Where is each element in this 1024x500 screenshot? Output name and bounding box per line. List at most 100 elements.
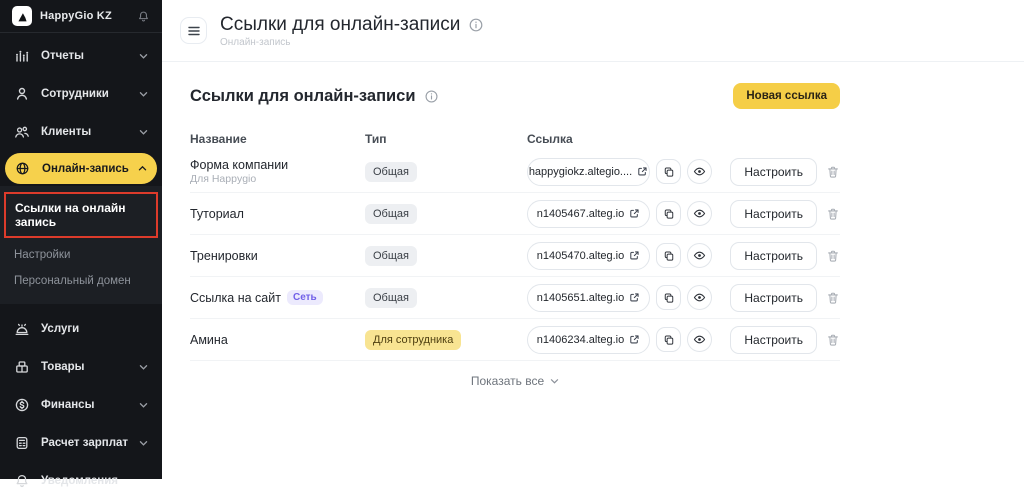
sidebar-item-staff[interactable]: Сотрудники [0,75,162,113]
chevron-down-icon [139,91,148,98]
sidebar-item-clients[interactable]: Клиенты [0,113,162,151]
chevron-down-icon [550,378,559,385]
submenu-item-settings[interactable]: Настройки [0,242,162,268]
person-icon [14,86,30,102]
column-header-type: Тип [365,132,527,146]
notifications-bell-icon[interactable] [137,10,150,23]
sidebar-nav-lower: Услуги Товары Финансы Расчет [0,304,162,500]
copy-link-button[interactable] [656,243,681,268]
type-badge: Общая [365,204,417,224]
show-all-button[interactable]: Показать все [190,374,840,388]
table-row: Амина Для сотрудника n1406234.alteg.io Н… [190,319,840,361]
chevron-down-icon [139,402,148,409]
external-link-icon [629,292,640,303]
table-row: Форма компании Для Happygio Общая happyg… [190,151,840,193]
booking-link-button[interactable]: n1405470.alteg.io [527,242,650,270]
title-block: Ссылки для онлайн-записи Онлайн-запись [220,14,484,48]
sidebar-item-services[interactable]: Услуги [0,310,162,348]
breadcrumb: Онлайн-запись [220,37,484,48]
section-header: Ссылки для онлайн-записи Новая ссылка [190,83,840,109]
brand-name: HappyGio KZ [40,10,137,22]
chevron-down-icon [139,440,148,447]
configure-button[interactable]: Настроить [730,326,817,354]
top-header: Ссылки для онлайн-записи Онлайн-запись [162,0,1024,62]
chart-icon [14,48,30,64]
sidebar-item-finance[interactable]: Финансы [0,386,162,424]
configure-button[interactable]: Настроить [730,200,817,228]
delete-trash-icon[interactable] [826,207,840,221]
sidebar-nav: Отчеты Сотрудники Клиенты Онлайн-запись [0,33,162,500]
type-badge: Общая [365,288,417,308]
link-name: Ссылка на сайт Сеть [190,290,365,305]
network-badge: Сеть [287,290,323,305]
bell-icon [14,473,30,489]
link-name: Тренировки [190,249,365,263]
page-title: Ссылки для онлайн-записи [220,14,460,36]
main-area: Ссылки для онлайн-записи Онлайн-запись С… [162,0,1024,479]
table-row: Тренировки Общая n1405470.alteg.io Настр… [190,235,840,277]
globe-icon [15,161,31,177]
configure-button[interactable]: Настроить [730,284,817,312]
sidebar-item-online-booking[interactable]: Онлайн-запись [5,153,157,184]
new-link-button[interactable]: Новая ссылка [733,83,840,109]
people-icon [14,124,30,140]
sidebar-item-payroll[interactable]: Расчет зарплат [0,424,162,462]
delete-trash-icon[interactable] [826,249,840,263]
booking-link-button[interactable]: n1405467.alteg.io [527,200,650,228]
external-link-icon [629,250,640,261]
preview-eye-button[interactable] [687,285,712,310]
configure-button[interactable]: Настроить [730,242,817,270]
content: Ссылки для онлайн-записи Новая ссылка На… [190,83,840,388]
preview-eye-button[interactable] [687,327,712,352]
preview-eye-button[interactable] [687,243,712,268]
delete-trash-icon[interactable] [826,333,840,347]
booking-link-button[interactable]: happygiokz.altegio.... [527,158,650,186]
link-name: Туториал [190,207,365,221]
submenu-item-booking-links[interactable]: Ссылки на онлайн запись [4,192,158,238]
preview-eye-button[interactable] [687,159,712,184]
submenu-item-personal-domain[interactable]: Персональный домен [0,268,162,294]
coin-icon [14,397,30,413]
external-link-icon [629,334,640,345]
section-title: Ссылки для онлайн-записи [190,87,416,106]
booking-link-button[interactable]: n1406234.alteg.io [527,326,650,354]
table-row: Ссылка на сайт Сеть Общая n1405651.alteg… [190,277,840,319]
chevron-up-icon [138,165,147,172]
info-icon[interactable] [468,17,484,33]
external-link-icon [629,208,640,219]
chevron-down-icon [139,53,148,60]
link-name: Амина [190,333,365,347]
copy-link-button[interactable] [656,285,681,310]
sidebar-item-reports[interactable]: Отчеты [0,37,162,75]
chevron-down-icon [139,364,148,371]
table-row: Туториал Общая n1405467.alteg.io Настрои… [190,193,840,235]
box-icon [14,359,30,375]
online-booking-submenu: Ссылки на онлайн запись Настройки Персон… [0,186,162,304]
type-badge: Общая [365,162,417,182]
table-header: Название Тип Ссылка [190,127,840,151]
info-icon[interactable] [424,89,439,104]
delete-trash-icon[interactable] [826,291,840,305]
delete-trash-icon[interactable] [826,165,840,179]
copy-link-button[interactable] [656,327,681,352]
sidebar-header: HappyGio KZ [0,0,162,33]
chevron-down-icon [139,129,148,136]
link-name: Форма компании [190,158,365,172]
type-badge: Для сотрудника [365,330,461,350]
service-bell-icon [14,321,30,337]
menu-toggle-button[interactable] [180,17,207,44]
sidebar-item-notifications[interactable]: Уведомления [0,462,162,500]
external-link-icon [637,166,648,177]
preview-eye-button[interactable] [687,201,712,226]
type-badge: Общая [365,246,417,266]
configure-button[interactable]: Настроить [730,158,817,186]
column-header-name: Название [190,132,365,146]
brand-logo [12,6,32,26]
copy-link-button[interactable] [656,201,681,226]
copy-link-button[interactable] [656,159,681,184]
booking-link-button[interactable]: n1405651.alteg.io [527,284,650,312]
link-subtitle: Для Happygio [190,173,365,185]
sidebar: HappyGio KZ Отчеты Сотрудники Клиенты [0,0,162,479]
column-header-link: Ссылка [527,132,840,146]
sidebar-item-goods[interactable]: Товары [0,348,162,386]
